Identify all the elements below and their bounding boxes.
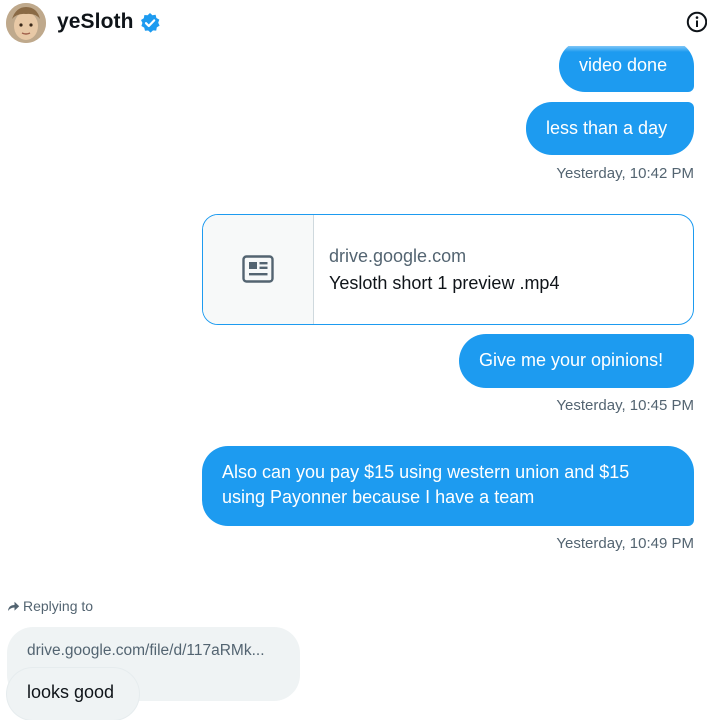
avatar[interactable]	[6, 3, 46, 43]
message-timestamp: Yesterday, 10:45 PM	[556, 397, 694, 414]
message-text: less than a day	[546, 118, 668, 138]
message-bubble[interactable]: less than a day	[526, 102, 694, 155]
info-icon[interactable]	[686, 11, 707, 33]
message-text: Also can you pay $15 using western union…	[222, 462, 630, 507]
link-preview-thumbnail	[203, 215, 314, 324]
link-domain: drive.google.com	[329, 246, 467, 266]
message-bubble-incoming[interactable]: looks good	[7, 668, 139, 720]
replying-to-text: Replying to	[23, 598, 94, 614]
quoted-text: drive.google.com/file/d/117aRMk...	[27, 642, 265, 659]
reply-arrow-icon	[8, 601, 20, 611]
message-bubble[interactable]: Give me your opinions!	[459, 334, 694, 388]
article-icon	[242, 255, 274, 283]
verified-badge-icon	[139, 12, 161, 34]
message-text: Give me your opinions!	[479, 350, 664, 370]
link-preview-card[interactable]: drive.google.com Yesloth short 1 preview…	[202, 214, 694, 325]
message-timestamp: Yesterday, 10:42 PM	[556, 165, 694, 182]
message-text: looks good	[27, 682, 115, 702]
link-title: Yesloth short 1 preview .mp4	[329, 273, 560, 293]
message-bubble[interactable]: Also can you pay $15 using western union…	[202, 446, 694, 526]
message-timestamp: Yesterday, 10:49 PM	[556, 535, 694, 552]
message-text: video done	[579, 55, 668, 75]
conversation-title[interactable]: yeSloth	[57, 10, 134, 34]
conversation-header: yeSloth	[0, 0, 707, 46]
